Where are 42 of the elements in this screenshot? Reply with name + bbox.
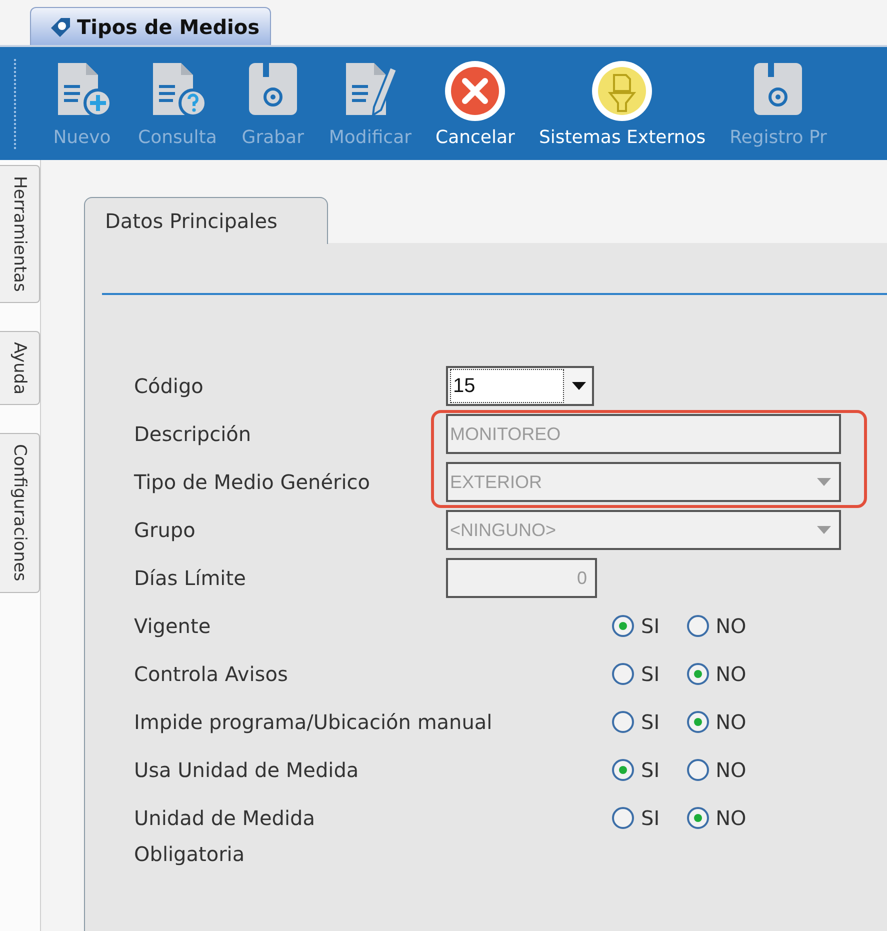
- radio-button[interactable]: [686, 710, 710, 734]
- window-tab[interactable]: Tipos de Medios: [30, 7, 271, 45]
- side-tab[interactable]: Herramientas: [0, 165, 40, 303]
- funnel-icon: [590, 59, 654, 123]
- radio-option[interactable]: NO: [686, 806, 746, 830]
- radio-button[interactable]: [611, 614, 635, 638]
- field-label: Impide programa/Ubicación manual: [134, 709, 494, 736]
- radio-option[interactable]: SI: [611, 662, 660, 686]
- toolbar-button[interactable]: Cancelar: [436, 59, 515, 148]
- radio-button[interactable]: [611, 662, 635, 686]
- side-tab[interactable]: Configuraciones: [0, 433, 40, 593]
- field-label: Tipo de Medio Genérico: [134, 469, 372, 496]
- dropdown-arrow-icon[interactable]: [572, 382, 586, 390]
- radio-option[interactable]: SI: [611, 806, 660, 830]
- toolbar-button[interactable]: Sistemas Externos: [538, 59, 706, 148]
- field-label: Días Límite: [134, 565, 247, 592]
- radio-option[interactable]: NO: [686, 758, 746, 782]
- app-logo-icon: [49, 16, 71, 38]
- field-label: Código: [134, 373, 204, 400]
- radio-button[interactable]: [611, 806, 635, 830]
- radio-button[interactable]: [686, 614, 710, 638]
- radio-option[interactable]: SI: [611, 614, 660, 638]
- cancel-icon: [443, 59, 508, 123]
- field-label: Grupo: [134, 517, 196, 544]
- field-label: Vigente: [134, 613, 212, 640]
- radio-button[interactable]: [611, 758, 635, 782]
- side-tab[interactable]: Ayuda: [0, 330, 40, 406]
- field-label: Controla Avisos: [134, 661, 289, 688]
- field-label: Usa Unidad de Medida: [134, 757, 360, 784]
- radio-button[interactable]: [611, 710, 635, 734]
- radio-button[interactable]: [686, 758, 710, 782]
- radio-option[interactable]: NO: [686, 710, 746, 734]
- code-dropdown[interactable]: 15: [446, 366, 594, 406]
- panel-tab[interactable]: Datos Principales: [84, 197, 328, 244]
- field-label: Descripción: [134, 421, 252, 448]
- radio-button[interactable]: [686, 806, 710, 830]
- field-label: Unidad de Medida Obligatoria: [134, 805, 316, 868]
- radio-option[interactable]: NO: [686, 662, 746, 686]
- radio-option[interactable]: SI: [611, 710, 660, 734]
- radio-option[interactable]: SI: [611, 758, 660, 782]
- radio-button[interactable]: [686, 662, 710, 686]
- radio-option[interactable]: NO: [686, 614, 746, 638]
